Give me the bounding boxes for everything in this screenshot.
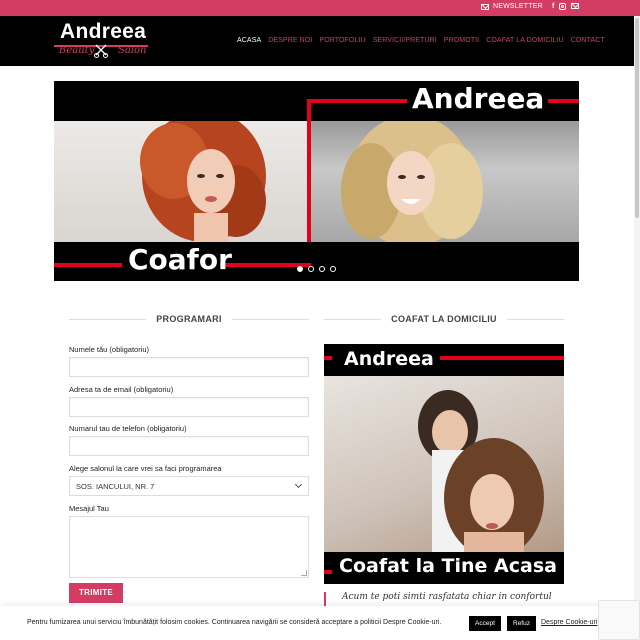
promo-title-bottom: Coafat la Tine Acasa	[339, 555, 557, 577]
main-nav: ACASA DESPRE NOI PORTOFOLIU SERVICII/PRE…	[237, 37, 612, 44]
scissors-icon	[94, 44, 108, 58]
domiciliu-heading: COAFAT LA DOMICILIU	[324, 313, 565, 325]
scrollbar-thumb[interactable]	[635, 18, 639, 218]
phone-field[interactable]	[69, 436, 309, 456]
nav-item-despre-noi[interactable]: DESPRE NOI	[268, 37, 312, 44]
cookie-refuse-button[interactable]: Refuz	[507, 616, 536, 631]
instagram-icon[interactable]	[559, 3, 567, 10]
home-styling-promo[interactable]: Andreea Coafat la Tine Acasa	[324, 344, 564, 584]
nav-item-coafat-la-domiciliu[interactable]: COAFAT LA DOMICILIU	[486, 37, 564, 44]
salon-select-value: SOS. IANCULUI, NR. 7	[76, 482, 155, 491]
slider-dot-1[interactable]	[297, 266, 303, 272]
slider-photo-redhead	[54, 121, 307, 242]
cookie-message: Pentru furnizarea unui serviciu îmbunătă…	[27, 619, 442, 626]
email-field[interactable]	[69, 397, 309, 417]
slider-dot-2[interactable]	[308, 266, 314, 272]
slider-title-top: Andreea	[412, 82, 545, 115]
nav-item-servicii-preturi[interactable]: SERVICII/PRETURI	[373, 37, 437, 44]
message-textarea[interactable]	[69, 516, 309, 578]
heading-rule	[506, 318, 565, 320]
name-field[interactable]	[69, 357, 309, 377]
social-links: f	[552, 3, 580, 11]
nav-item-portofoliu[interactable]: PORTOFOLIU	[319, 37, 365, 44]
cookie-accept-button[interactable]: Accept	[469, 616, 501, 631]
chevron-down-icon	[294, 480, 303, 489]
slider-red-line-top-right	[548, 99, 579, 103]
resize-handle-icon[interactable]	[301, 570, 307, 576]
salon-group: Alege salonul la care vrei sa faci progr…	[69, 464, 309, 496]
promo-red-line-right	[440, 356, 564, 360]
mail-icon	[481, 3, 489, 10]
recaptcha-badge[interactable]	[598, 600, 640, 640]
slider-red-line-bottom-left	[54, 263, 122, 267]
slider-red-line-top-left	[307, 99, 407, 103]
domiciliu-title: COAFAT LA DOMICILIU	[391, 314, 497, 324]
logo-sub-left: Beauty	[59, 45, 95, 56]
cookie-bar: Pentru furnizarea unui serviciu îmbunătă…	[0, 606, 640, 640]
logo-name: Andreea	[60, 20, 147, 43]
cookie-policy-link[interactable]: Despre Cookie-uri	[541, 619, 597, 626]
promo-photo	[324, 376, 564, 552]
nav-item-promotii[interactable]: PROMOTII	[444, 37, 479, 44]
promo-red-line-bottom	[324, 570, 332, 574]
newsletter-label: NEWSLETTER	[493, 3, 543, 10]
email-group: Adresa ta de email (obligatoriu)	[69, 385, 309, 417]
newsletter-link[interactable]: NEWSLETTER	[481, 3, 543, 10]
slider-photo-blonde	[311, 121, 579, 242]
slider-title-bottom: Coafor	[128, 243, 232, 276]
phone-group: Numarul tau de telefon (obligatoriu)	[69, 424, 309, 456]
slider-dots	[297, 266, 336, 272]
slider-dot-4[interactable]	[330, 266, 336, 272]
promo-title-top: Andreea	[344, 348, 434, 370]
salon-label: Alege salonul la care vrei sa faci progr…	[69, 464, 222, 473]
site-header: Andreea Beauty Salon ACASA DESPRE NOI PO…	[0, 16, 640, 66]
facebook-icon[interactable]: f	[552, 3, 554, 11]
submit-button[interactable]: TRIMITE	[69, 583, 123, 603]
heading-rule	[324, 318, 382, 320]
email-label: Adresa ta de email (obligatoriu)	[69, 385, 174, 394]
programari-heading: PROGRAMARI	[69, 313, 309, 325]
message-group: Mesajul Tau	[69, 504, 309, 578]
site-logo[interactable]: Andreea Beauty Salon	[54, 20, 150, 64]
heading-rule	[69, 318, 147, 320]
name-label: Numele tău (obligatoriu)	[69, 345, 150, 354]
promo-red-line-left	[324, 356, 332, 360]
heading-rule	[231, 318, 309, 320]
slider-red-divider	[307, 99, 311, 242]
hero-slider[interactable]: Andreea Coafor	[54, 81, 579, 281]
nav-item-acasa[interactable]: ACASA	[237, 37, 261, 44]
top-bar: NEWSLETTER f	[0, 0, 640, 16]
mail-icon[interactable]	[571, 3, 580, 9]
nav-item-contact[interactable]: CONTACT	[571, 37, 605, 44]
phone-label: Numarul tau de telefon (obligatoriu)	[69, 424, 187, 433]
programari-title: PROGRAMARI	[156, 314, 222, 324]
message-label: Mesajul Tau	[69, 504, 109, 513]
salon-select[interactable]: SOS. IANCULUI, NR. 7	[69, 476, 309, 496]
name-group: Numele tău (obligatoriu)	[69, 345, 309, 377]
slider-dot-3[interactable]	[319, 266, 325, 272]
logo-sub-right: Salon	[118, 45, 147, 56]
